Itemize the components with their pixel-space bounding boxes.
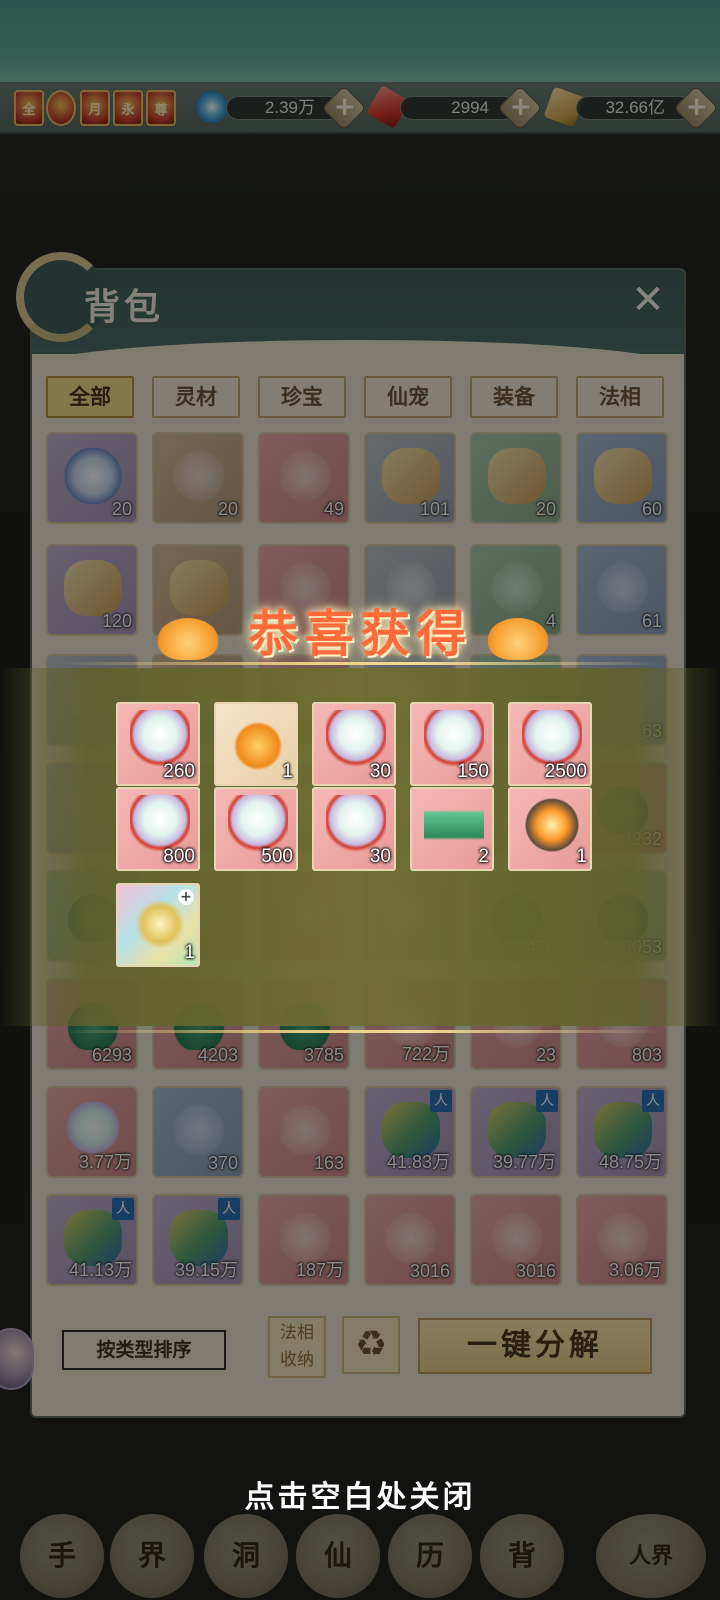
reward-item[interactable]: 2 bbox=[410, 787, 494, 871]
reward-item[interactable]: +1 bbox=[116, 883, 200, 967]
reward-quantity: 1 bbox=[576, 846, 587, 867]
reward-quantity: 30 bbox=[369, 761, 391, 782]
reward-item[interactable]: 1 bbox=[214, 702, 298, 786]
reward-quantity: 2500 bbox=[544, 761, 587, 782]
reward-item[interactable]: 1 bbox=[508, 787, 592, 871]
reward-item[interactable]: 260 bbox=[116, 702, 200, 786]
reward-quantity: 150 bbox=[457, 761, 489, 782]
reward-quantity: 500 bbox=[261, 846, 293, 867]
reward-item[interactable]: 500 bbox=[214, 787, 298, 871]
reward-quantity: 2 bbox=[478, 846, 489, 867]
reward-quantity: 800 bbox=[163, 846, 195, 867]
game-screen: 全 月 永 尊 2.39万 + 2994 + 32.66亿 + 背包 ✕ 全部 … bbox=[0, 0, 720, 1600]
plus-icon: + bbox=[178, 889, 194, 905]
reward-item[interactable]: 150 bbox=[410, 702, 494, 786]
reward-quantity: 260 bbox=[163, 761, 195, 782]
reward-quantity: 1 bbox=[282, 761, 293, 782]
reward-quantity: 30 bbox=[369, 846, 391, 867]
fire-orb-icon bbox=[522, 795, 582, 855]
elixir-bottle-icon bbox=[228, 710, 288, 770]
reward-title: 恭喜获得 bbox=[248, 604, 472, 663]
tap-to-close-hint: 点击空白处关闭 bbox=[244, 1480, 476, 1515]
reward-quantity: 1 bbox=[184, 942, 195, 963]
band-bottom-line bbox=[60, 1030, 660, 1033]
reward-item[interactable]: 30 bbox=[312, 787, 396, 871]
reward-item[interactable]: 30 bbox=[312, 702, 396, 786]
jade-pillow-icon bbox=[424, 795, 484, 855]
reward-item[interactable]: 800 bbox=[116, 787, 200, 871]
reward-item[interactable]: 2500 bbox=[508, 702, 592, 786]
